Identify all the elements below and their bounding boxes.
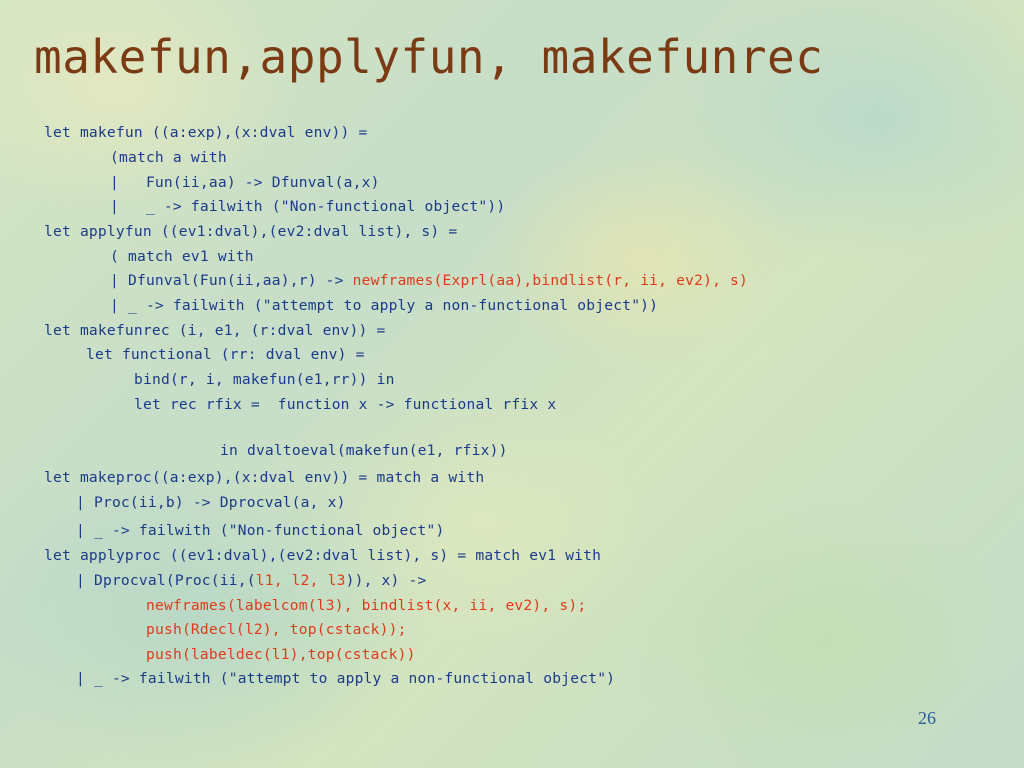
code-line: | _ -> failwith ("attempt to apply a non… <box>110 297 659 314</box>
code-line: in dvaltoeval(makefun(e1, rfix)) <box>220 442 508 459</box>
highlighted-code-line: push(labeldec(l1),top(cstack)) <box>146 646 416 663</box>
code-line: let makeproc((a:exp),(x:dval env)) = mat… <box>44 469 485 486</box>
code-line: let applyproc ((ev1:dval),(ev2:dval list… <box>44 547 602 564</box>
highlighted-code: newframes(Exprl(aa),bindlist(r, ii, ev2)… <box>352 272 749 289</box>
code-line: let applyfun ((ev1:dval),(ev2:dval list)… <box>44 223 458 240</box>
code-line: | _ -> failwith ("Non-functional object"… <box>110 198 506 215</box>
highlighted-code: l1, l2, l3 <box>255 572 346 589</box>
code-line: (match a with <box>110 149 227 166</box>
code-text: )), x) -> <box>345 572 427 589</box>
code-line: | Proc(ii,b) -> Dprocval(a, x) <box>76 494 346 511</box>
highlighted-code-line: push(Rdecl(l2), top(cstack)); <box>146 621 407 638</box>
code-text: | Dfunval(Fun(ii,aa),r) -> <box>110 272 353 289</box>
code-line: | _ -> failwith ("Non-functional object"… <box>76 522 445 539</box>
highlighted-code-line: newframes(labelcom(l3), bindlist(x, ii, … <box>146 597 587 614</box>
code-line: let rec rfix = function x -> functional … <box>134 396 557 413</box>
page-number: 26 <box>918 708 936 728</box>
code-line: | Fun(ii,aa) -> Dfunval(a,x) <box>110 174 380 191</box>
code-line: let functional (rr: dval env) = <box>86 346 365 363</box>
code-line: ( match ev1 with <box>110 248 254 265</box>
code-line: | Dprocval(Proc(ii,(l1, l2, l3)), x) -> <box>76 572 427 590</box>
code-line: | Dfunval(Fun(ii,aa),r) -> newframes(Exp… <box>110 272 748 290</box>
code-text: | Dprocval(Proc(ii,( <box>76 572 256 589</box>
slide-title: makefun,applyfun, makefunrec <box>34 30 824 84</box>
code-line: let makefunrec (i, e1, (r:dval env)) = <box>44 322 386 339</box>
code-line: let makefun ((a:exp),(x:dval env)) = <box>44 124 368 141</box>
code-line: bind(r, i, makefun(e1,rr)) in <box>134 371 395 388</box>
code-line: | _ -> failwith ("attempt to apply a non… <box>76 670 616 687</box>
